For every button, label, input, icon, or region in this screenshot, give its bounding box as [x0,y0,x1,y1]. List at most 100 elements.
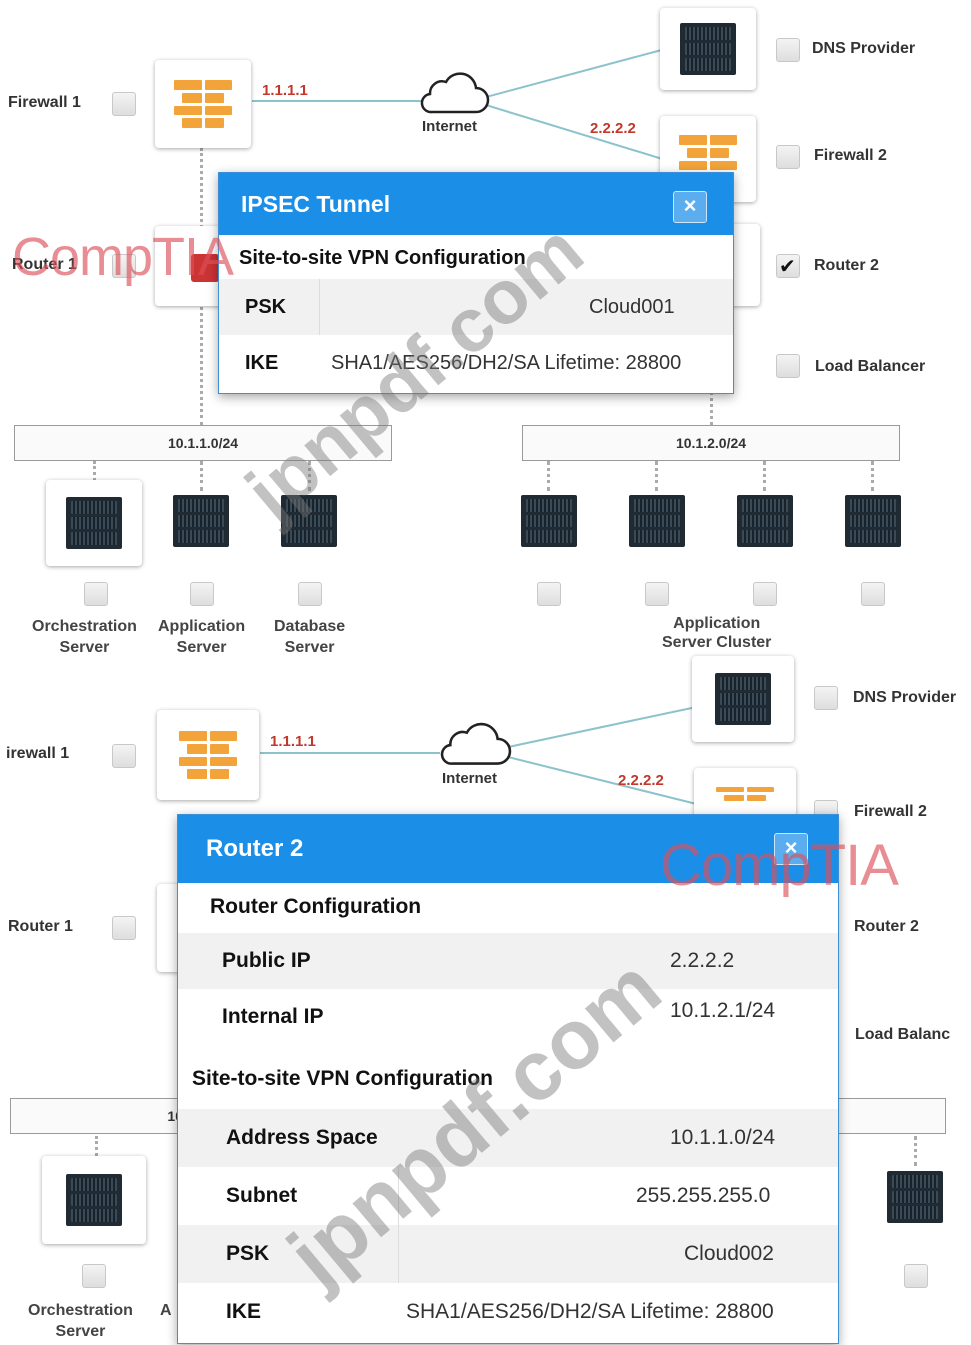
dns-provider-checkbox[interactable] [814,686,838,710]
orchestration-server-checkbox[interactable] [82,1264,106,1288]
database-server-checkbox[interactable] [298,582,322,606]
firewall2-label: Firewall 2 [854,803,927,820]
router2-dialog: Router 2 × Router Configuration Public I… [177,814,839,1344]
server-icon [629,495,685,547]
firewall2-ip: 2.2.2.2 [590,120,636,137]
router2-label: Router 2 [854,918,919,935]
ipsec-psk-row: PSK Cloud001 [219,279,733,335]
subnet-right-bar [836,1098,946,1134]
application-server-label: Application Server [158,618,246,656]
firewall2-label: Firewall 2 [814,147,887,164]
link-internet-dns [508,706,695,748]
cluster-server-1-checkbox[interactable] [537,582,561,606]
internet-cloud-icon [440,722,512,765]
router2-dialog-title: Router 2 [206,835,304,862]
link-subnet-cluster-1 [547,461,550,491]
router-config-section-title: Router Configuration [210,895,422,918]
firewall1-node[interactable] [157,710,259,800]
database-server-label: Database Server [274,618,346,656]
psk-row: PSK Cloud002 [178,1225,838,1283]
dns-provider-node[interactable] [660,8,756,90]
database-server-node[interactable] [280,494,338,548]
vpn-row-divider [398,1167,399,1225]
ipsec-dialog-close-button[interactable]: × [673,191,707,223]
router1-checkbox[interactable] [112,916,136,940]
link-subnet-right [914,1136,917,1166]
cluster-server-2[interactable] [628,494,686,548]
application-server-label-partial: A [160,1302,172,1319]
server-icon [737,495,793,547]
subnet-row: Subnet 255.255.255.0 [178,1167,838,1225]
server-icon [680,23,736,75]
subnet-left-bar: 10.1.1.0/24 [14,425,392,461]
orchestration-server-checkbox[interactable] [84,582,108,606]
link-subnet-cluster-4 [871,461,874,491]
load-balancer-label: Load Balancer [815,358,926,375]
link-subnet-cluster-2 [655,461,658,491]
cluster-server-right[interactable] [886,1170,944,1224]
router2-dialog-close-button[interactable]: × [774,833,808,865]
ipsec-psk-key: PSK [245,295,287,318]
ipsec-ike-row: IKE SHA1/AES256/DH2/SA Lifetime: 28800 [219,335,733,391]
link-subnet-orchestration [93,461,96,481]
firewall2-checkbox[interactable] [776,145,800,169]
ipsec-dialog-header: IPSEC Tunnel × [219,173,733,235]
link-subnet-app [200,461,203,491]
ipsec-ike-key: IKE [245,351,279,374]
cluster-server-1[interactable] [520,494,578,548]
ike-row: IKE SHA1/AES256/DH2/SA Lifetime: 28800 [178,1283,838,1341]
link-internet-dns [486,49,661,98]
ike-key: IKE [226,1300,262,1323]
application-server-checkbox[interactable] [190,582,214,606]
link-firewall1-internet [252,100,422,102]
router1-label: Router 1 [8,918,73,935]
server-icon [66,1174,122,1226]
load-balancer-checkbox[interactable] [776,354,800,378]
firewall-icon [716,787,774,817]
public-ip-value: 2.2.2.2 [670,949,735,972]
firewall2-node[interactable] [694,768,796,818]
cluster-server-2-checkbox[interactable] [645,582,669,606]
cluster-server-4[interactable] [844,494,902,548]
firewall1-checkbox[interactable] [112,744,136,768]
orchestration-server-node[interactable] [42,1156,146,1244]
internet-cloud-icon [420,72,490,114]
firewall1-label: Firewall 1 [8,94,81,111]
cluster-server-4-checkbox[interactable] [861,582,885,606]
cluster-server-3[interactable] [736,494,794,548]
link-internet-firewall2 [485,104,663,161]
ipsec-tunnel-dialog: IPSEC Tunnel × Site-to-site VPN Configur… [218,172,734,394]
subnet-left-bar: 10 [10,1098,190,1134]
ipsec-vpn-section-title: Site-to-site VPN Configuration [239,247,526,269]
firewall-icon [174,80,232,128]
load-balancer-label: Load Balanc [855,1026,951,1043]
firewall1-ip: 1.1.1.1 [262,82,308,99]
firewall1-node[interactable] [155,60,251,148]
vpn-config-section-title: Site-to-site VPN Configuration [192,1067,493,1090]
public-ip-row: Public IP 2.2.2.2 [178,933,838,989]
link-firewall1-router1 [200,148,203,228]
dns-provider-checkbox[interactable] [776,38,800,62]
ipsec-row-divider [319,279,320,335]
application-server-node[interactable] [172,494,230,548]
psk-value: Cloud002 [684,1242,774,1265]
internet-label: Internet [422,118,478,135]
subnet-key: Subnet [226,1184,298,1207]
server-icon [715,673,771,725]
cluster-server-3-checkbox[interactable] [753,582,777,606]
subnet-right-bar: 10.1.2.0/24 [522,425,900,461]
router2-checkbox[interactable] [776,254,800,278]
firewall1-checkbox[interactable] [112,92,136,116]
address-space-key: Address Space [226,1126,378,1149]
vpn-row-divider [398,1225,399,1283]
orchestration-server-node[interactable] [46,480,142,566]
link-router1-subnet [200,300,203,425]
cluster-server-right-checkbox[interactable] [904,1264,928,1288]
dns-provider-node[interactable] [692,656,794,742]
link-subnet-cluster-3 [763,461,766,491]
firewall-icon [179,731,237,779]
router1-node[interactable] [155,226,225,306]
router2-dialog-header: Router 2 × [178,815,838,883]
router1-checkbox[interactable] [112,254,136,278]
ipsec-psk-value: Cloud001 [589,295,675,318]
